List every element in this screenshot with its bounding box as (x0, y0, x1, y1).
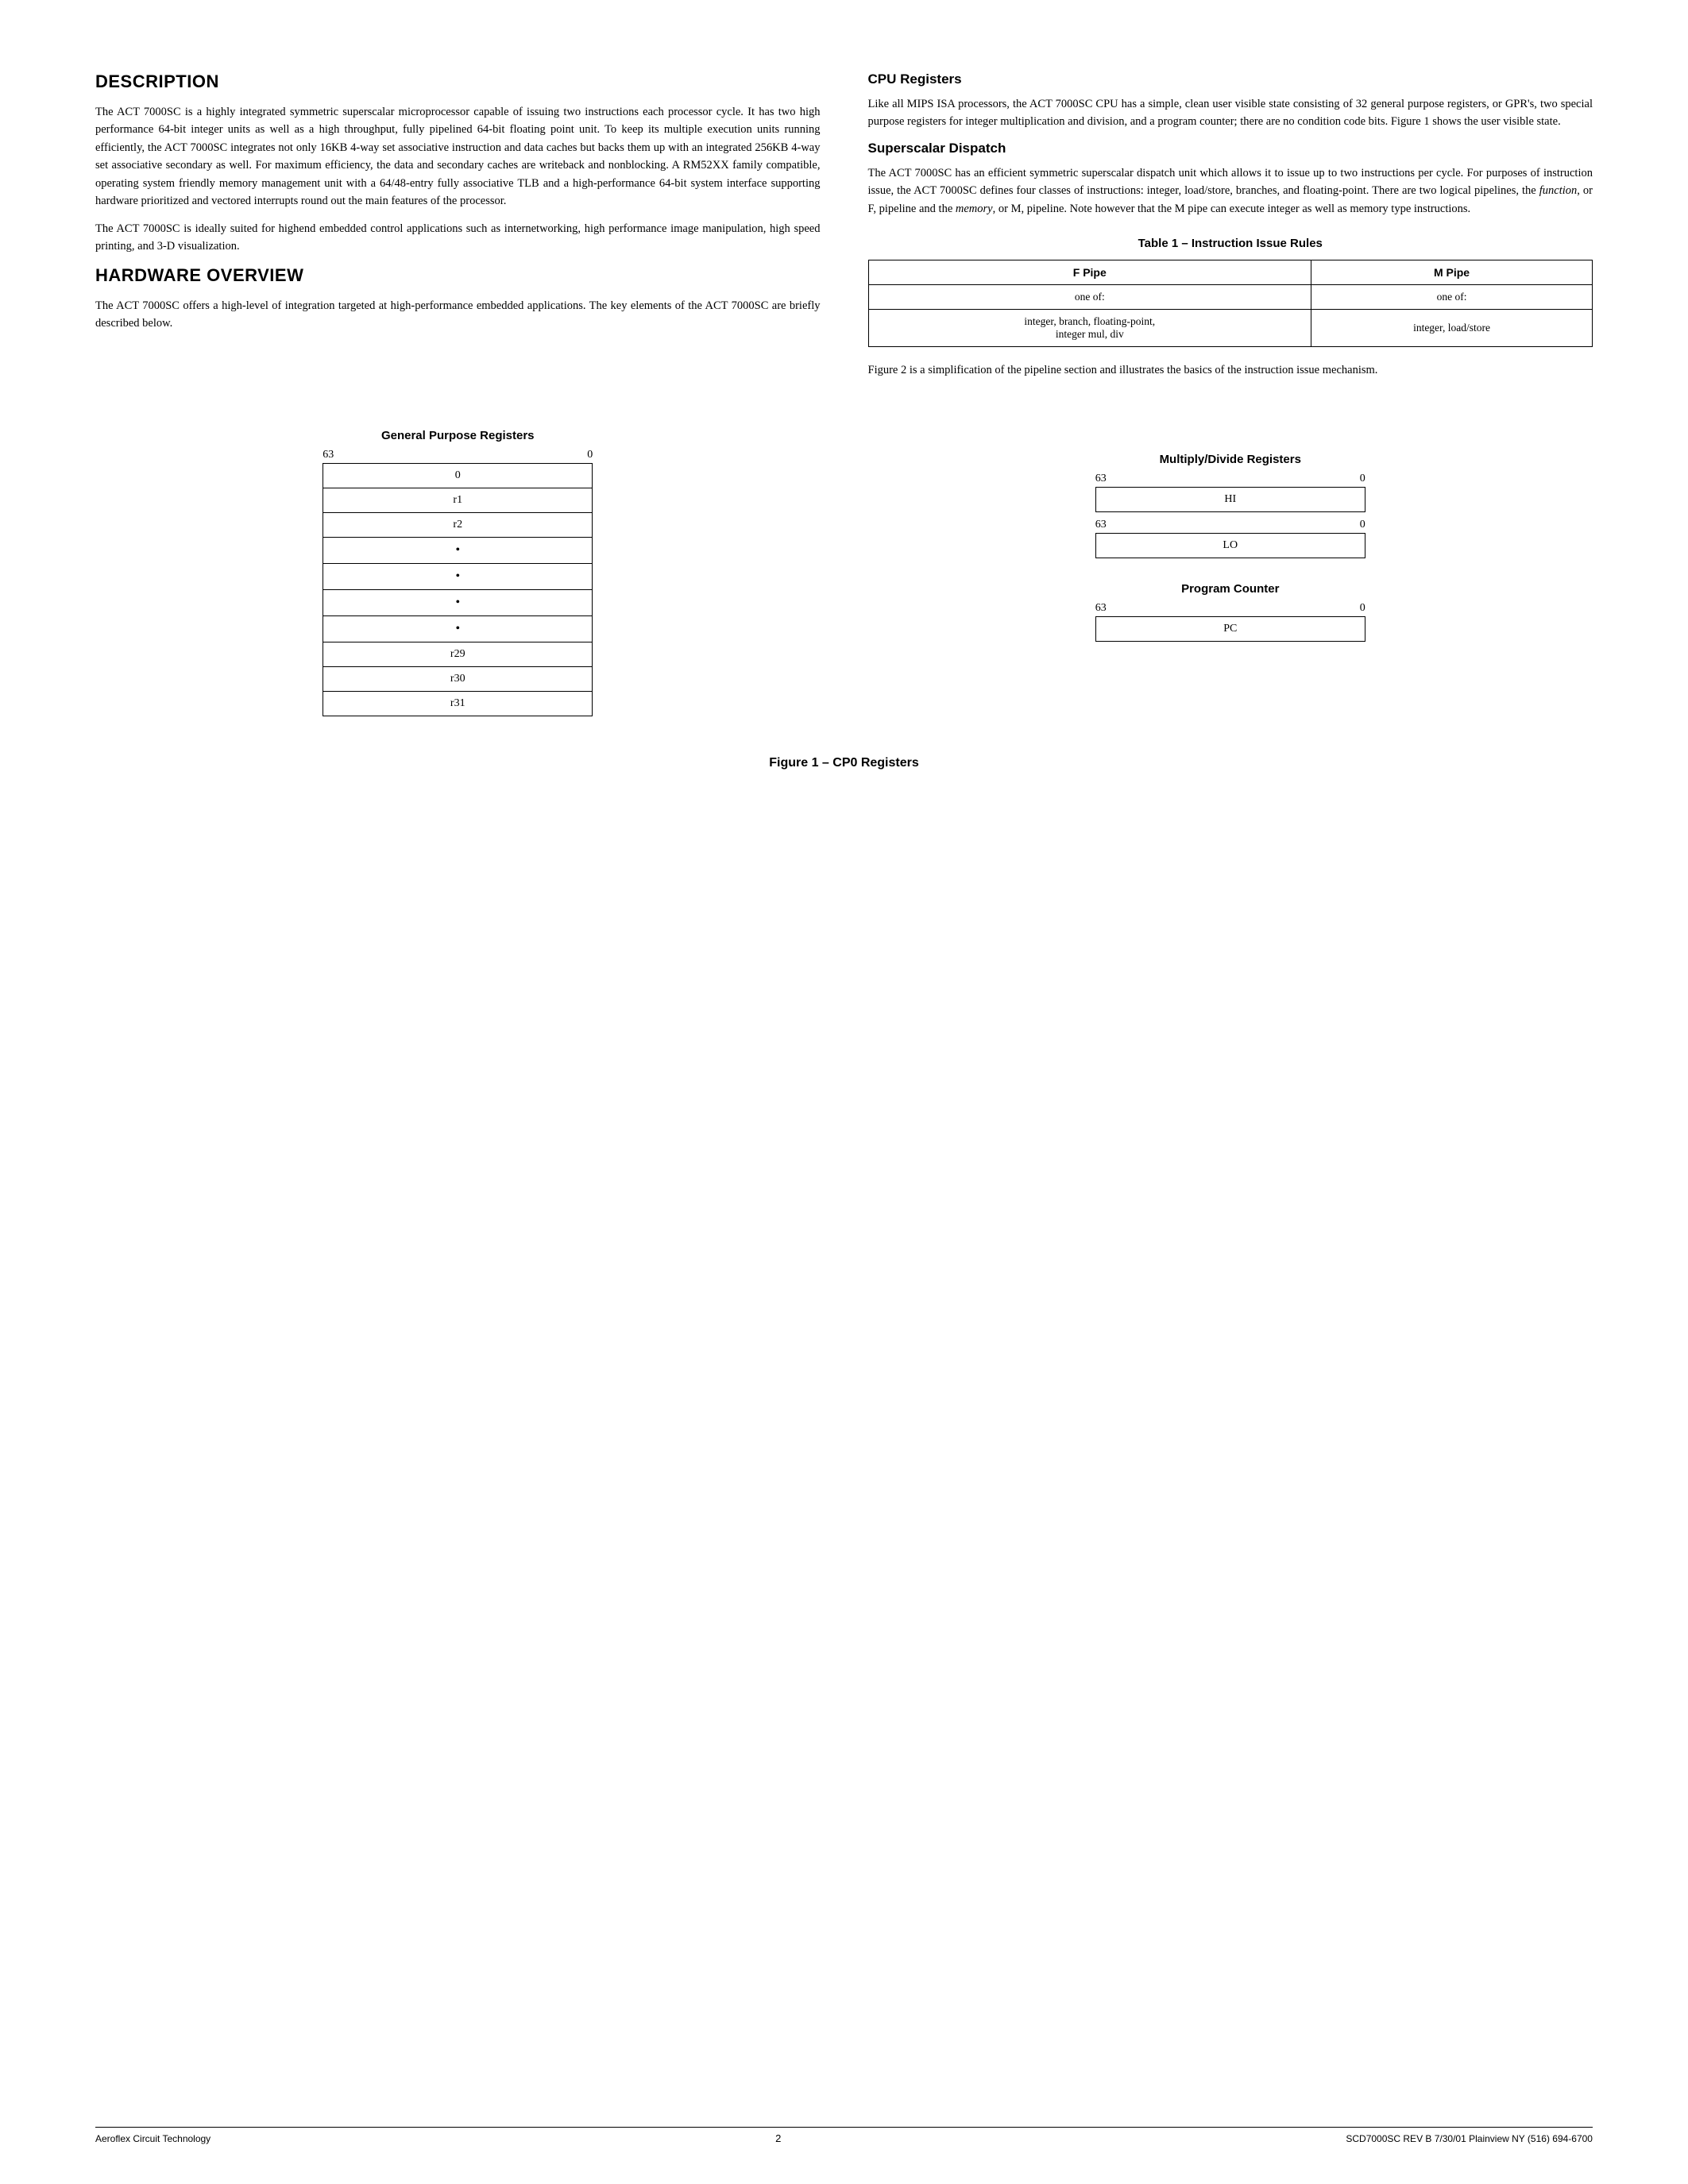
gpr-row-r2: r2 (323, 513, 592, 538)
hardware-overview-title: HARDWARE OVERVIEW (95, 265, 821, 286)
cpu-registers-para: Like all MIPS ISA processors, the ACT 70… (868, 95, 1593, 131)
mdr-title: Multiply/Divide Registers (1160, 453, 1301, 466)
table-title: Table 1 – Instruction Issue Rules (868, 237, 1593, 250)
hi-range-low: 0 (1360, 473, 1365, 485)
gpr-range: 63 0 (323, 449, 593, 461)
gpr-row-dot4: • (323, 616, 592, 642)
table-header-fpipe: F Pipe (868, 260, 1311, 285)
hi-box: HI (1095, 487, 1365, 512)
instruction-issue-table-section: Table 1 – Instruction Issue Rules F Pipe… (868, 237, 1593, 347)
table-cell-mpipe-types: integer, load/store (1311, 310, 1593, 347)
gpr-row-dot1: • (323, 538, 592, 564)
gpr-title: General Purpose Registers (381, 429, 535, 442)
right-register-diagrams: Multiply/Divide Registers 63 0 HI 63 0 (868, 429, 1593, 716)
left-column: DESCRIPTION The ACT 7000SC is a highly i… (95, 71, 821, 389)
gpr-range-high: 63 (323, 449, 334, 461)
hardware-overview-para: The ACT 7000SC offers a high-level of in… (95, 297, 821, 333)
pc-range: 63 0 (1095, 602, 1365, 615)
lo-range-low: 0 (1360, 519, 1365, 531)
table-header-mpipe: M Pipe (1311, 260, 1593, 285)
table-row-1: one of: one of: (868, 285, 1593, 310)
gpr-diagram: General Purpose Registers 63 0 0 r1 r2 •… (95, 429, 821, 716)
main-content: DESCRIPTION The ACT 7000SC is a highly i… (95, 71, 1593, 389)
pc-range-high: 63 (1095, 602, 1107, 615)
footer-right: SCD7000SC REV B 7/30/01 Plainview NY (51… (1346, 2133, 1593, 2144)
pc-range-low: 0 (1360, 602, 1365, 615)
gpr-rows: 0 r1 r2 • • • • r29 r30 r31 (323, 463, 593, 716)
hi-range-high: 63 (1095, 473, 1107, 485)
gpr-row-r30: r30 (323, 667, 592, 692)
page: DESCRIPTION The ACT 7000SC is a highly i… (0, 0, 1688, 2184)
hi-register-group: 63 0 HI (1095, 473, 1365, 512)
figure1-caption: Figure 1 – CP0 Registers (95, 756, 1593, 770)
description-para1: The ACT 7000SC is a highly integrated sy… (95, 103, 821, 210)
gpr-row-dot2: • (323, 564, 592, 590)
superscalar-dispatch-title: Superscalar Dispatch (868, 141, 1593, 156)
instruction-issue-table: F Pipe M Pipe one of: one of: integer, b… (868, 260, 1593, 347)
description-para2: The ACT 7000SC is ideally suited for hig… (95, 220, 821, 256)
pc-title: Program Counter (1181, 582, 1279, 596)
gpr-row-r31: r31 (323, 692, 592, 716)
lo-range: 63 0 (1095, 519, 1365, 531)
footer: Aeroflex Circuit Technology 2 SCD7000SC … (95, 2127, 1593, 2144)
gpr-row-r29: r29 (323, 642, 592, 667)
cpu-registers-title: CPU Registers (868, 71, 1593, 87)
superscalar-dispatch-para: The ACT 7000SC has an efficient symmetri… (868, 164, 1593, 218)
lo-box: LO (1095, 533, 1365, 558)
lo-range-high: 63 (1095, 519, 1107, 531)
table-cell-mpipe-oneof: one of: (1311, 285, 1593, 310)
pc-register-group: 63 0 PC (1095, 602, 1365, 642)
table-cell-fpipe-types: integer, branch, floating-point,integer … (868, 310, 1311, 347)
footer-page-number: 2 (775, 2132, 781, 2144)
table-cell-fpipe-oneof: one of: (868, 285, 1311, 310)
figure-note: Figure 2 is a simplification of the pipe… (868, 361, 1593, 379)
hi-range: 63 0 (1095, 473, 1365, 485)
footer-left: Aeroflex Circuit Technology (95, 2133, 211, 2144)
figure1-diagrams: General Purpose Registers 63 0 0 r1 r2 •… (95, 429, 1593, 716)
gpr-row-dot3: • (323, 590, 592, 616)
right-column: CPU Registers Like all MIPS ISA processo… (868, 71, 1593, 389)
gpr-range-low: 0 (587, 449, 593, 461)
description-title: DESCRIPTION (95, 71, 821, 92)
lo-register-group: 63 0 LO (1095, 519, 1365, 558)
gpr-row-r1: r1 (323, 488, 592, 513)
pc-box: PC (1095, 616, 1365, 642)
pc-diagram: Program Counter 63 0 PC (1095, 582, 1365, 642)
gpr-row-0: 0 (323, 464, 592, 488)
mdr-diagram: Multiply/Divide Registers 63 0 HI 63 0 (1095, 453, 1365, 558)
table-row-2: integer, branch, floating-point,integer … (868, 310, 1593, 347)
figure1-section: General Purpose Registers 63 0 0 r1 r2 •… (95, 429, 1593, 770)
